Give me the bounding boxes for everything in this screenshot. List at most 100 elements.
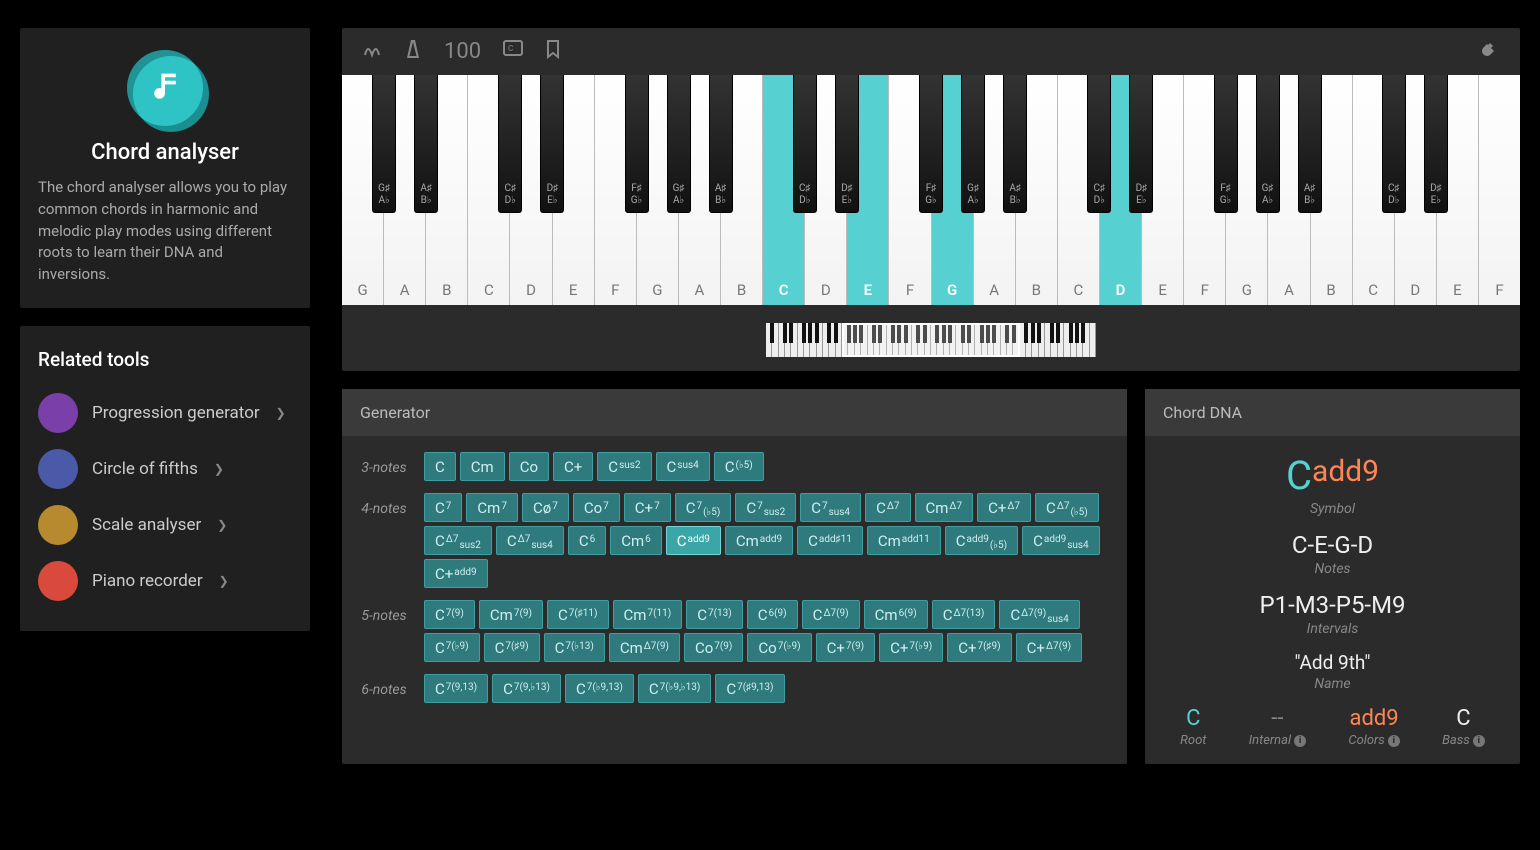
- chord-chip[interactable]: C7sus2: [735, 493, 796, 522]
- chord-chip[interactable]: Cm6: [610, 526, 662, 555]
- white-key[interactable]: F: [1479, 75, 1520, 305]
- chord-chip[interactable]: C+add9: [424, 559, 488, 588]
- chord-chip[interactable]: CΔ7(9)sus4: [999, 600, 1079, 629]
- chord-chip[interactable]: C: [424, 452, 456, 481]
- info-icon[interactable]: i: [1388, 735, 1400, 747]
- chord-chip[interactable]: C(♭5): [714, 452, 764, 481]
- chord-chip[interactable]: C7(♭9,♭13): [638, 674, 712, 703]
- chord-chip[interactable]: C7(♭9): [424, 633, 480, 662]
- chord-chip[interactable]: Cø7: [522, 493, 569, 522]
- black-key[interactable]: A♯B♭: [709, 75, 733, 213]
- black-key[interactable]: F♯G♭: [1214, 75, 1238, 213]
- chord-chip[interactable]: Csus4: [656, 452, 710, 481]
- info-icon[interactable]: i: [1473, 735, 1485, 747]
- black-key[interactable]: G♯A♭: [1256, 75, 1280, 213]
- mini-viewport[interactable]: [842, 323, 1020, 357]
- black-key[interactable]: F♯G♭: [625, 75, 649, 213]
- chord-chip[interactable]: C7(9,♭13): [492, 674, 561, 703]
- black-key[interactable]: G♯A♭: [372, 75, 396, 213]
- black-key[interactable]: G♯A♭: [961, 75, 985, 213]
- chord-chip[interactable]: CΔ7(♭5): [1035, 493, 1099, 522]
- chord-chip[interactable]: Csus2: [597, 452, 651, 481]
- chord-chip[interactable]: C7(♯9): [484, 633, 540, 662]
- black-key[interactable]: F♯G♭: [919, 75, 943, 213]
- chevron-right-icon: ❯: [217, 518, 227, 532]
- related-tool-link[interactable]: Circle of fifths❯: [38, 441, 292, 497]
- dna-internal-col: -- Internal i: [1249, 706, 1306, 748]
- metronome-icon[interactable]: [404, 38, 422, 65]
- chord-chip[interactable]: C+7(♯9): [947, 633, 1011, 662]
- chord-dna-title: Chord DNA: [1145, 389, 1520, 436]
- black-key[interactable]: D♯E♭: [835, 75, 859, 213]
- recorder-icon: [38, 561, 78, 601]
- chord-chip[interactable]: CΔ7sus2: [424, 526, 492, 555]
- info-icon[interactable]: i: [1294, 735, 1306, 747]
- chord-chip[interactable]: Cm7: [466, 493, 518, 522]
- generator-title: Generator: [342, 389, 1127, 436]
- chord-chip[interactable]: Cm7(9): [479, 600, 543, 629]
- chord-chip[interactable]: C6(9): [747, 600, 798, 629]
- chord-chip[interactable]: C7sus4: [800, 493, 861, 522]
- tempo-value[interactable]: 100: [444, 39, 481, 64]
- chord-chip[interactable]: Cm6(9): [864, 600, 928, 629]
- chord-chip[interactable]: C+Δ7(9): [1016, 633, 1082, 662]
- chord-chip[interactable]: Cadd♯11: [797, 526, 863, 555]
- chord-chip[interactable]: Cmadd11: [867, 526, 941, 555]
- chord-chip[interactable]: Cadd9: [666, 526, 721, 555]
- arpeggio-mode-icon[interactable]: [362, 39, 382, 64]
- chord-chip[interactable]: Co7(♭9): [747, 633, 811, 662]
- chord-chip[interactable]: Co7: [573, 493, 620, 522]
- related-tool-link[interactable]: Progression generator❯: [38, 385, 292, 441]
- black-key[interactable]: A♯B♭: [1298, 75, 1322, 213]
- chord-chip[interactable]: CΔ7: [865, 493, 910, 522]
- chord-chip[interactable]: Cadd9(♭5): [945, 526, 1018, 555]
- chord-display-icon[interactable]: C: [503, 40, 523, 63]
- chord-chip[interactable]: C+7(9): [816, 633, 875, 662]
- chord-chip[interactable]: CΔ7sus4: [496, 526, 564, 555]
- black-key[interactable]: D♯E♭: [540, 75, 564, 213]
- black-key[interactable]: G♯A♭: [667, 75, 691, 213]
- chord-chip[interactable]: C7(♭9,13): [565, 674, 634, 703]
- black-key[interactable]: C♯D♭: [1382, 75, 1406, 213]
- chord-chip[interactable]: C+Δ7: [977, 493, 1031, 522]
- chord-chip[interactable]: C7(♯11): [547, 600, 609, 629]
- generator-panel: Generator 3-notesCCmCoC+Csus2Csus4C(♭5)4…: [342, 389, 1127, 764]
- black-key[interactable]: A♯B♭: [414, 75, 438, 213]
- black-key[interactable]: C♯D♭: [498, 75, 522, 213]
- dna-notes-caption: Notes: [1159, 561, 1506, 577]
- chord-chip[interactable]: CmΔ7: [915, 493, 974, 522]
- chevron-right-icon: ❯: [214, 462, 224, 476]
- chord-chip[interactable]: Cmadd9: [725, 526, 793, 555]
- black-key[interactable]: D♯E♭: [1129, 75, 1153, 213]
- scale-icon: [38, 505, 78, 545]
- mini-keyboard-navigator[interactable]: [766, 323, 1096, 357]
- midi-plug-icon[interactable]: [1478, 38, 1500, 65]
- chord-chip[interactable]: Cm: [460, 452, 505, 481]
- chord-chip[interactable]: C7: [424, 493, 462, 522]
- chord-chip[interactable]: CΔ7(9): [802, 600, 860, 629]
- chord-chip[interactable]: C7(9,13): [424, 674, 488, 703]
- chord-chip[interactable]: Co7(9): [684, 633, 743, 662]
- chord-chip[interactable]: Cm7(11): [613, 600, 683, 629]
- chord-chip[interactable]: C7(♭5): [675, 493, 732, 522]
- piano-keyboard[interactable]: GABCDEFGABCDEFGABCDEFGABCDEF G♯A♭A♯B♭C♯D…: [342, 75, 1520, 305]
- chord-chip[interactable]: C7(♭13): [544, 633, 605, 662]
- bookmark-icon[interactable]: [545, 39, 561, 64]
- chord-chip[interactable]: Cadd9sus4: [1022, 526, 1100, 555]
- chord-chip[interactable]: C6: [568, 526, 606, 555]
- black-key[interactable]: D♯E♭: [1424, 75, 1448, 213]
- chord-chip[interactable]: C+7(♭9): [879, 633, 943, 662]
- chord-chip[interactable]: CmΔ7(9): [609, 633, 680, 662]
- chord-chip[interactable]: C7(9): [424, 600, 475, 629]
- black-key[interactable]: A♯B♭: [1003, 75, 1027, 213]
- chord-chip[interactable]: C7(♯9,13): [715, 674, 784, 703]
- related-tool-link[interactable]: Scale analyser❯: [38, 497, 292, 553]
- chord-chip[interactable]: C7(13): [686, 600, 743, 629]
- chord-chip[interactable]: C+7: [624, 493, 671, 522]
- chord-chip[interactable]: CΔ7(13): [932, 600, 996, 629]
- black-key[interactable]: C♯D♭: [793, 75, 817, 213]
- chord-chip[interactable]: C+: [553, 452, 593, 481]
- related-tool-link[interactable]: Piano recorder❯: [38, 553, 292, 609]
- chord-chip[interactable]: Co: [509, 452, 549, 481]
- black-key[interactable]: C♯D♭: [1087, 75, 1111, 213]
